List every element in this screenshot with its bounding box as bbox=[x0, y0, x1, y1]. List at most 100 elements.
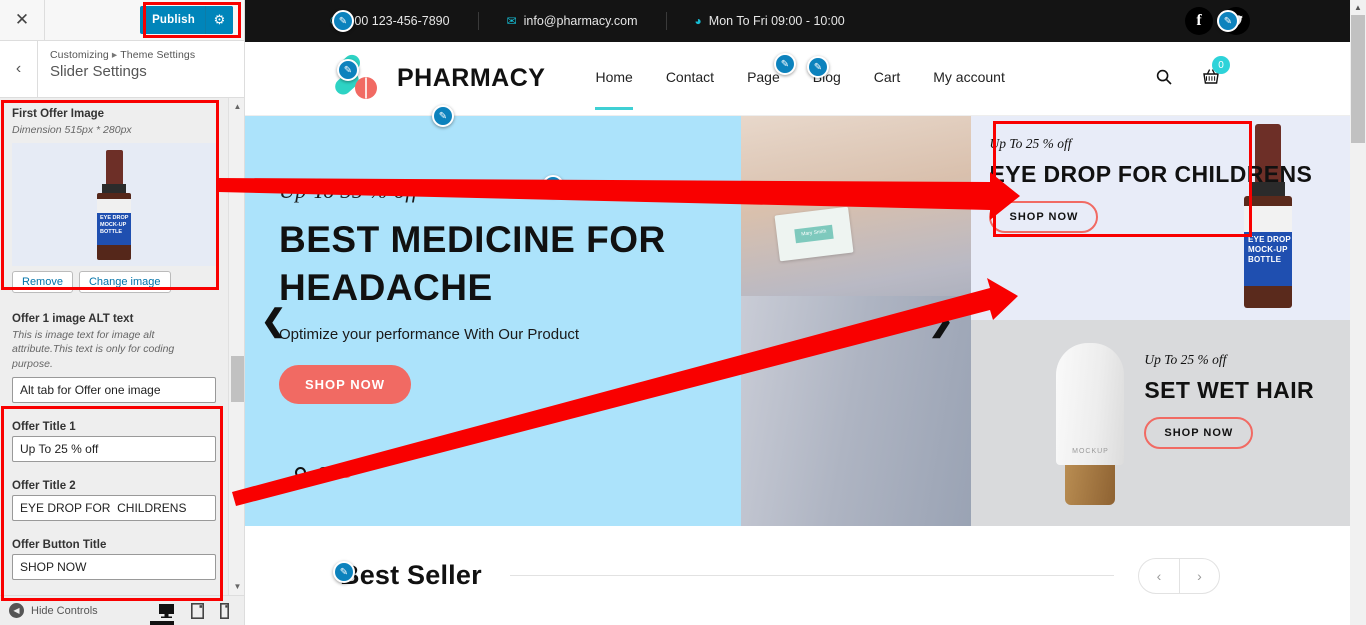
nav-item-contact[interactable]: Contact bbox=[666, 69, 714, 88]
hero-title: BEST MEDICINE FOR HEADACHE bbox=[279, 219, 666, 309]
change-image-button[interactable]: Change image bbox=[78, 271, 171, 294]
edit-pencil-topbar-contact[interactable]: ✎ bbox=[332, 10, 354, 32]
sidebar-scrollbar-thumb[interactable] bbox=[231, 356, 244, 402]
breadcrumb-separator: ▸ bbox=[111, 49, 118, 61]
offer2-tube-text: MOCKUP bbox=[1072, 448, 1109, 455]
scroll-up-icon[interactable]: ▲ bbox=[229, 98, 244, 115]
first-offer-image-label: First Offer Image bbox=[12, 108, 105, 120]
site-topbar: ✆ +00 123-456-7890 ✉ info@pharmacy.com ◕… bbox=[245, 0, 1350, 42]
hero-dot-1[interactable] bbox=[295, 467, 306, 478]
customizer-sidebar: ✕ Publish ⚙ ‹ Customizing ▸ Theme Settings… bbox=[0, 0, 245, 625]
hero-dot-3[interactable] bbox=[341, 467, 352, 478]
hero-content: Up To 35 % off BEST MEDICINE FOR HEADACH… bbox=[279, 178, 709, 405]
hero-business-card: Mary Smith bbox=[774, 206, 855, 262]
gear-icon[interactable]: ⚙ bbox=[205, 6, 233, 34]
first-offer-image-description: Dimension 515px * 280px bbox=[12, 124, 132, 136]
tablet-icon[interactable] bbox=[191, 602, 204, 619]
edit-pencil-slider[interactable]: ✎ bbox=[542, 175, 564, 197]
alt-text-description: This is image text for image alt attribu… bbox=[12, 329, 175, 370]
close-icon[interactable]: ✕ bbox=[0, 0, 45, 40]
offer1-kicker: Up To 25 % off bbox=[989, 136, 1072, 151]
offer-title-1-input[interactable] bbox=[12, 435, 216, 462]
nav-item-page[interactable]: Page bbox=[747, 69, 780, 88]
hero-kicker: Up To 35 % off bbox=[279, 178, 419, 203]
sidebar-scrollbar[interactable]: ▲ ▼ bbox=[228, 98, 244, 595]
back-icon[interactable]: ‹ bbox=[0, 41, 38, 97]
offer2-text: Up To 25 % off SET WET HAIR SHOP NOW bbox=[1144, 352, 1314, 449]
breadcrumb: Customizing ▸ Theme Settings bbox=[50, 49, 195, 61]
preview-scroll-up-icon[interactable]: ▲ bbox=[1350, 0, 1366, 14]
offer1-title: EYE DROP FOR CHILDRENS bbox=[989, 161, 1313, 187]
edit-pencil-bestseller[interactable]: ✎ bbox=[333, 561, 355, 583]
publish-area: Publish ⚙ bbox=[45, 0, 244, 40]
breadcrumb-section[interactable]: Theme Settings bbox=[120, 49, 195, 61]
customizer-footer: ◀ Hide Controls bbox=[0, 595, 244, 625]
bottle-label-line1: EYE DROP bbox=[100, 214, 129, 221]
bestseller-divider bbox=[509, 575, 1114, 576]
hide-controls-icon: ◀ bbox=[9, 603, 24, 618]
edit-pencil-header-bottom[interactable]: ✎ bbox=[432, 105, 454, 127]
breadcrumb-root[interactable]: Customizing bbox=[50, 49, 109, 61]
offer-title-2-label: Offer Title 2 bbox=[12, 479, 76, 492]
customizer-header: ‹ Customizing ▸ Theme Settings Slider Sett… bbox=[0, 41, 244, 98]
image-actions: Remove Change image bbox=[12, 271, 216, 294]
publish-button[interactable]: Publish ⚙ bbox=[140, 6, 233, 34]
mobile-icon[interactable] bbox=[220, 602, 229, 619]
customizer-header-text: Customizing ▸ Theme Settings Slider Settin… bbox=[38, 41, 195, 97]
edit-pencil-menu[interactable]: ✎ bbox=[774, 53, 796, 75]
offer2-tube-image: MOCKUP bbox=[1056, 343, 1125, 505]
offer-button-title-label: Offer Button Title bbox=[12, 538, 107, 551]
offer-title-1-label: Offer Title 1 bbox=[12, 420, 76, 433]
preview-scrollbar[interactable]: ▲ bbox=[1350, 0, 1366, 625]
preview-scrollbar-thumb[interactable] bbox=[1351, 15, 1365, 143]
topbar-email[interactable]: ✉ info@pharmacy.com bbox=[507, 14, 638, 28]
bestseller-section: Best Seller ‹ › bbox=[245, 526, 1350, 625]
offer1-shop-now-button[interactable]: SHOP NOW bbox=[989, 201, 1099, 233]
hero-dot-2[interactable] bbox=[318, 467, 329, 478]
offer-title-2-input[interactable] bbox=[12, 494, 216, 521]
offer2-shop-now-button[interactable]: SHOP NOW bbox=[1144, 417, 1254, 449]
bottle-label-line3: BOTTLE bbox=[100, 228, 122, 235]
alt-text-input[interactable] bbox=[12, 376, 216, 403]
offer-banners: EYE DROP MOCK-UP BOTTLE Up To 25 % off E… bbox=[971, 116, 1350, 526]
nav-item-cart[interactable]: Cart bbox=[874, 69, 900, 88]
offer-button-title-input[interactable] bbox=[12, 553, 216, 580]
bestseller-prev-button[interactable]: ‹ bbox=[1139, 559, 1179, 593]
site-logo[interactable]: PHARMACY bbox=[335, 54, 545, 104]
cart-count-badge: 0 bbox=[1212, 56, 1230, 74]
topbar-hours: ◕ Mon To Fri 09:00 - 10:00 bbox=[695, 14, 845, 28]
edit-pencil-menu-blog[interactable]: ✎ bbox=[807, 56, 829, 78]
scroll-down-icon[interactable]: ▼ bbox=[229, 578, 244, 595]
nav-item-home[interactable]: Home bbox=[595, 69, 634, 110]
site-navbar: PHARMACY Home Contact Page Blog Cart My … bbox=[245, 42, 1350, 116]
topbar-phone-text: +00 123-456-7890 bbox=[347, 14, 450, 28]
remove-image-button[interactable]: Remove bbox=[12, 271, 73, 294]
hide-controls-label: Hide Controls bbox=[31, 604, 98, 617]
hero-shop-now-button[interactable]: SHOP NOW bbox=[279, 365, 411, 405]
screen: ✕ Publish ⚙ ‹ Customizing ▸ Theme Settings… bbox=[0, 0, 1366, 625]
cart-icon[interactable]: 0 bbox=[1202, 56, 1230, 89]
facebook-icon[interactable]: f bbox=[1185, 7, 1213, 35]
edit-pencil-logo[interactable]: ✎ bbox=[337, 59, 359, 81]
hero-prev-arrow[interactable]: ❮ bbox=[261, 304, 286, 339]
logo-text: PHARMACY bbox=[397, 64, 546, 92]
navbar-actions: 0 bbox=[1156, 56, 1350, 89]
bestseller-title: Best Seller bbox=[340, 560, 482, 590]
hide-controls-button[interactable]: ◀ Hide Controls bbox=[0, 603, 98, 618]
edit-pencil-social[interactable]: ✎ bbox=[1217, 10, 1239, 32]
hero-next-arrow[interactable]: ❯ bbox=[928, 304, 953, 339]
field-offer-title-2: Offer Title 2 bbox=[0, 462, 228, 521]
desktop-icon[interactable] bbox=[158, 603, 175, 619]
nav-item-my-account[interactable]: My account bbox=[933, 69, 1005, 88]
topbar-contact-group: ✆ +00 123-456-7890 ✉ info@pharmacy.com ◕… bbox=[330, 12, 845, 30]
bestseller-next-button[interactable]: › bbox=[1179, 558, 1219, 593]
first-offer-image-preview[interactable]: EYE DROP MOCK-UP BOTTLE bbox=[12, 143, 216, 267]
hero-subtitle: Optimize your performance With Our Produ… bbox=[279, 326, 580, 344]
field-offer-button-title: Offer Button Title bbox=[0, 521, 228, 580]
search-icon[interactable] bbox=[1156, 69, 1172, 89]
offer2-kicker: Up To 25 % off bbox=[1144, 352, 1227, 367]
device-preview-buttons bbox=[158, 602, 244, 619]
clock-icon: ◕ bbox=[694, 14, 702, 28]
topbar-divider bbox=[665, 12, 667, 30]
field-first-offer-image: First Offer Image Dimension 515px * 280p… bbox=[0, 98, 228, 294]
